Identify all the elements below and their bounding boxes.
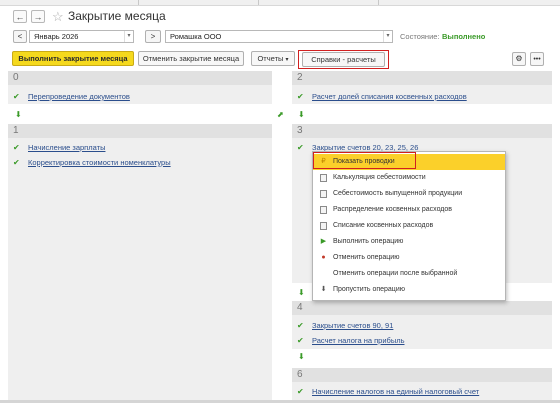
- menu-item-indirect-writeoff[interactable]: Списание косвенных расходов: [313, 218, 505, 234]
- op-close-accounts-90-91[interactable]: Закрытие счетов 90, 91: [312, 321, 393, 331]
- highlight-frame-show-postings: [313, 152, 416, 169]
- prev-period-button[interactable]: <: [13, 30, 27, 43]
- report-doc-icon: [320, 190, 327, 198]
- block-4-number: 4: [292, 301, 552, 315]
- context-menu: ₽ Показать проводки Калькуляция себестои…: [312, 151, 506, 301]
- organization-value: Ромашка ООО: [170, 32, 222, 41]
- next-period-button[interactable]: >: [145, 30, 161, 43]
- menu-item-run-operation[interactable]: ▶ Выполнить операцию: [313, 234, 505, 250]
- block-1-number: 1: [8, 124, 272, 138]
- reports-label: Отчеты: [257, 54, 284, 63]
- period-field[interactable]: Январь 2026 ▾: [29, 30, 134, 43]
- reports-button[interactable]: Отчеты ▾: [251, 51, 295, 66]
- organization-dropdown-icon[interactable]: ▾: [383, 31, 392, 42]
- more-icon: •••: [533, 56, 541, 63]
- block-2-number: 2: [292, 71, 552, 85]
- menu-item-indirect-distribution[interactable]: Распределение косвенных расходов: [313, 202, 505, 218]
- cancel-month-close-button[interactable]: Отменить закрытие месяца: [138, 51, 244, 66]
- done-check-icon: ✔: [297, 387, 304, 396]
- arrow-down-icon: ⬇: [298, 288, 305, 297]
- gear-button[interactable]: ⚙: [512, 52, 526, 66]
- arrow-left-icon: ←: [15, 12, 25, 22]
- done-check-icon: ✔: [297, 336, 304, 345]
- organization-field[interactable]: Ромашка ООО ▾: [165, 30, 393, 43]
- arrow-down-icon: ⬇: [15, 110, 22, 119]
- done-check-icon: ✔: [13, 143, 20, 152]
- more-button[interactable]: •••: [530, 52, 544, 66]
- run-month-close-button[interactable]: Выполнить закрытие месяца: [12, 51, 134, 66]
- refs-calculations-label: Справки - расчеты: [311, 55, 376, 64]
- done-check-icon: ✔: [297, 143, 304, 152]
- done-check-icon: ✔: [13, 92, 20, 101]
- gear-icon: ⚙: [515, 54, 523, 63]
- block-0-number: 0: [8, 71, 272, 85]
- op-cost-adjustment[interactable]: Корректировка стоимости номенклатуры: [28, 158, 171, 168]
- period-dropdown-icon[interactable]: ▾: [124, 31, 133, 42]
- status-label: Состояние:: [400, 32, 440, 41]
- arrow-diagonal-icon: ⬈: [277, 110, 284, 119]
- status-value: Выполнено: [442, 32, 486, 41]
- op-indirect-cost-shares[interactable]: Расчет долей списания косвенных расходов: [312, 92, 467, 102]
- menu-item-cost-calculation[interactable]: Калькуляция себестоимости: [313, 170, 505, 186]
- menu-item-cancel-after[interactable]: Отменить операции после выбранной: [313, 266, 505, 282]
- op-unified-tax-account[interactable]: Начисление налогов на единый налоговый с…: [312, 387, 479, 397]
- menu-item-cancel-operation[interactable]: ● Отменить операцию: [313, 250, 505, 266]
- period-value: Январь 2026: [34, 32, 79, 41]
- block-3-number: 3: [292, 124, 552, 138]
- menu-item-output-cost[interactable]: Себестоимость выпущенной продукции: [313, 186, 505, 202]
- done-check-icon: ✔: [13, 158, 20, 167]
- run-operation-icon: ▶: [320, 238, 327, 245]
- forward-button[interactable]: →: [31, 10, 45, 23]
- chevron-down-icon: ▾: [285, 57, 289, 63]
- arrow-right-icon: →: [33, 12, 43, 22]
- report-doc-icon: [320, 174, 327, 182]
- op-profit-tax[interactable]: Расчет налога на прибыль: [312, 336, 405, 346]
- favorite-star-icon[interactable]: ☆: [52, 10, 64, 23]
- done-check-icon: ✔: [297, 92, 304, 101]
- window-tab-strip: [0, 0, 560, 6]
- page-title: Закрытие месяца: [68, 9, 166, 23]
- refs-calculations-button[interactable]: Справки - расчеты: [302, 52, 385, 67]
- report-doc-icon: [320, 222, 327, 230]
- block-6-number: 6: [292, 368, 552, 382]
- report-doc-icon: [320, 206, 327, 214]
- skip-arrow-down-icon: ⬇: [320, 286, 327, 293]
- arrow-down-icon: ⬇: [298, 110, 305, 119]
- back-button[interactable]: ←: [13, 10, 27, 23]
- op-reposting-documents[interactable]: Перепроведение документов: [28, 92, 130, 102]
- menu-item-skip-operation[interactable]: ⬇ Пропустить операцию: [313, 282, 505, 298]
- op-payroll[interactable]: Начисление зарплаты: [28, 143, 105, 153]
- arrow-down-icon: ⬇: [298, 352, 305, 361]
- cancel-operation-icon: ●: [321, 254, 326, 261]
- done-check-icon: ✔: [297, 321, 304, 330]
